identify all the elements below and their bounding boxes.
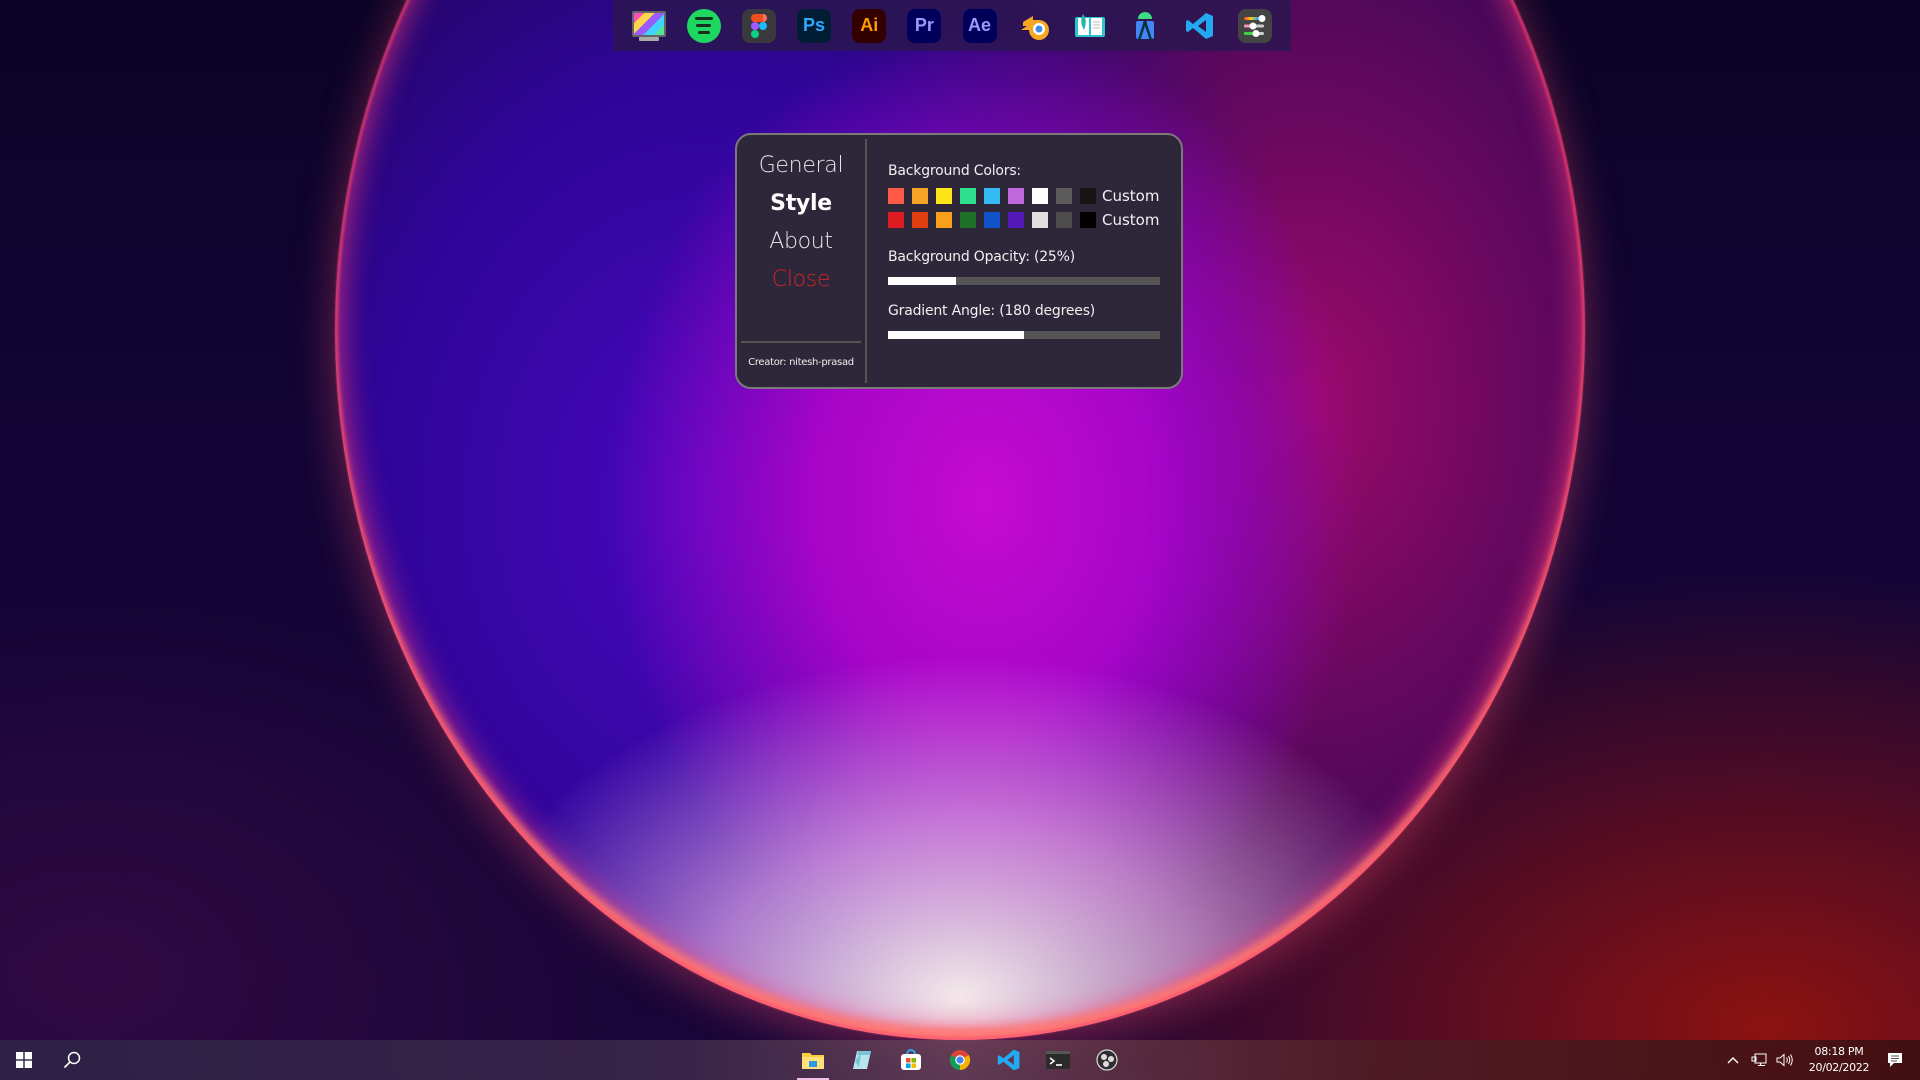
notifications-icon[interactable] [1884,1050,1906,1070]
microsoft-store-button[interactable] [887,1040,935,1080]
dock-settings-icon[interactable] [1238,8,1273,43]
color-swatch[interactable] [936,188,952,204]
vscode-taskbar-icon [997,1049,1020,1071]
creator-credit: Creator: nitesh-prasad [748,357,854,368]
color-swatch[interactable] [912,212,928,228]
color-swatch[interactable] [1032,188,1048,204]
start-button[interactable] [0,1040,48,1080]
vscode-taskbar-button[interactable] [985,1040,1033,1080]
photoshop-icon[interactable]: Ps [797,8,832,43]
color-swatch[interactable] [1008,188,1024,204]
taskbar: 08:18 PM 20/02/2022 [0,1040,1920,1080]
color-swatch[interactable] [888,212,904,228]
notepad-icon [853,1051,871,1069]
display-settings-icon[interactable] [631,9,666,43]
obs-studio-button[interactable] [1083,1040,1131,1080]
network-icon[interactable] [1748,1050,1770,1070]
volume-icon[interactable] [1774,1050,1796,1070]
gradient-angle-label: Gradient Angle: (180 degrees) [888,303,1096,319]
clock-date: 20/02/2022 [1808,1061,1870,1074]
spotify-icon[interactable] [686,8,721,43]
gradient-angle-slider[interactable] [888,331,1160,339]
color-swatch[interactable] [936,212,952,228]
obs-studio-icon [1096,1049,1118,1071]
search-icon [63,1051,81,1069]
color-swatch[interactable] [1008,212,1024,228]
gradient-angle-slider-fill [888,331,1024,339]
illustrator-icon[interactable]: Ai [852,8,887,43]
color-swatch[interactable] [1056,212,1072,228]
nav-divider [741,341,861,343]
system-tray: 08:18 PM 20/02/2022 [1720,1040,1920,1080]
chrome-button[interactable] [936,1040,984,1080]
dock-settings-panel: General Style About Close Creator: nites… [735,133,1183,389]
after-effects-icon[interactable]: Ae [962,8,997,43]
color-swatch[interactable] [960,212,976,228]
color-swatch[interactable] [1080,188,1096,204]
figma-icon[interactable] [741,8,776,43]
windows-icon [16,1052,32,1068]
color-swatch[interactable] [888,188,904,204]
show-hidden-icons-chevron[interactable] [1722,1050,1744,1070]
color-swatches: Custom Custom [888,187,1181,229]
opacity-setting: Background Opacity: (25%) [888,249,1181,285]
swatch-row-1: Custom [888,187,1181,205]
blender-icon[interactable] [1018,9,1052,43]
color-swatch[interactable] [1080,212,1096,228]
premiere-pro-icon[interactable]: Pr [907,8,942,43]
settings-nav: General Style About Close Creator: nites… [737,135,865,387]
opacity-slider-fill [888,277,956,285]
android-studio-icon[interactable] [1128,9,1162,43]
search-button[interactable] [48,1040,96,1080]
color-swatch[interactable] [984,188,1000,204]
color-swatch[interactable] [960,188,976,204]
nav-style[interactable]: Style [770,185,832,223]
nav-close[interactable]: Close [772,261,831,299]
terminal-icon [1046,1051,1070,1069]
style-settings: Background Colors: Custom Custom Backgro… [867,135,1181,387]
file-explorer-button[interactable] [789,1040,837,1080]
clock-time: 08:18 PM [1814,1045,1864,1058]
swatch-row-2: Custom [888,211,1181,229]
reading-book-icon[interactable] [1073,9,1107,43]
microsoft-store-icon [901,1049,921,1070]
custom-color-button-1[interactable]: Custom [1102,187,1159,205]
notepad-button[interactable] [838,1040,886,1080]
color-swatch[interactable] [1056,188,1072,204]
custom-color-button-2[interactable]: Custom [1102,211,1159,229]
background-colors-label: Background Colors: [888,163,1021,179]
clock[interactable]: 08:18 PM 20/02/2022 [1804,1044,1874,1076]
color-swatch[interactable] [1032,212,1048,228]
nav-about[interactable]: About [769,223,833,261]
terminal-button[interactable] [1034,1040,1082,1080]
nav-general[interactable]: General [759,147,844,185]
app-dock: Ps Ai Pr Ae [613,0,1291,51]
vscode-icon[interactable] [1183,9,1217,43]
file-explorer-icon [802,1053,824,1069]
color-swatch[interactable] [984,212,1000,228]
gradient-angle-setting: Gradient Angle: (180 degrees) [888,303,1181,339]
opacity-slider[interactable] [888,277,1160,285]
chrome-icon [949,1050,971,1071]
opacity-label: Background Opacity: (25%) [888,249,1076,265]
color-swatch[interactable] [912,188,928,204]
